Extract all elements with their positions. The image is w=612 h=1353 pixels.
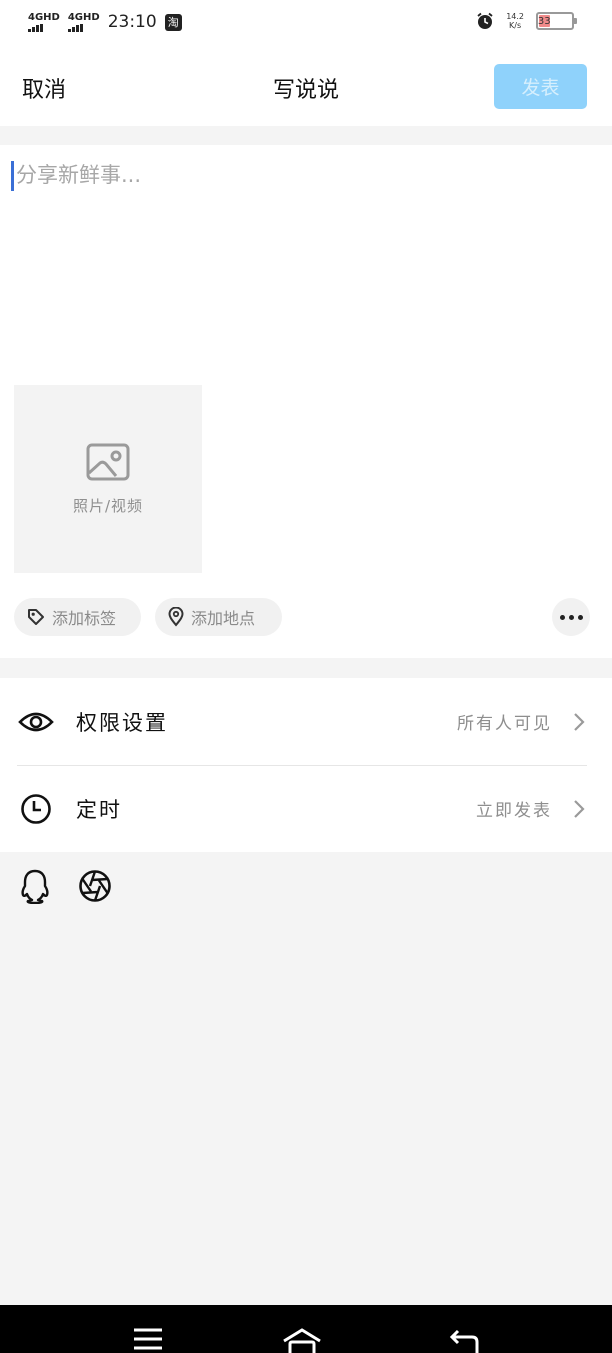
network-speed-value: 14.2 — [506, 12, 524, 21]
post-composer: 照片/视频 添加标签 添加地点 — [0, 145, 612, 658]
more-dots-icon — [559, 614, 565, 620]
schedule-label: 定时 — [76, 797, 122, 822]
tag-icon — [28, 609, 44, 625]
location-pin-icon — [168, 607, 184, 627]
status-left: 4GHD 4GHD 23:10 淘 — [28, 12, 182, 32]
network-speed-unit: K/s — [509, 21, 522, 30]
add-media-button[interactable]: 照片/视频 — [14, 385, 202, 573]
recent-apps-button[interactable] — [128, 1327, 168, 1353]
home-icon — [283, 1328, 321, 1353]
permission-value: 所有人可见 — [457, 714, 552, 734]
schedule-row[interactable]: 定时 立即发表 — [0, 765, 612, 852]
battery-icon: 33 — [536, 12, 577, 30]
menu-icon — [134, 1328, 162, 1350]
add-tag-button[interactable]: 添加标签 — [14, 598, 141, 636]
qq-icon[interactable] — [18, 868, 52, 904]
aperture-icon[interactable] — [78, 869, 112, 903]
home-button[interactable] — [282, 1327, 322, 1353]
signal-bars-icon — [28, 23, 43, 32]
post-text-input[interactable] — [16, 159, 596, 359]
chevron-right-icon — [574, 799, 585, 818]
system-navigation-bar — [0, 1305, 612, 1353]
post-settings: 权限设置 所有人可见 定时 立即发表 — [0, 678, 612, 852]
clock-time: 23:10 — [107, 12, 157, 32]
taobao-notification-icon: 淘 — [164, 13, 182, 31]
alarm-icon — [477, 12, 493, 29]
battery-level: 33 — [537, 15, 551, 27]
more-dots-icon — [568, 614, 574, 620]
status-right: 14.2 K/s 33 — [476, 12, 577, 30]
add-location-button[interactable]: 添加地点 — [155, 598, 282, 636]
image-icon — [86, 443, 130, 480]
network-type: 4GHD — [28, 11, 60, 23]
network-type: 4GHD — [67, 11, 100, 23]
clock-icon — [18, 791, 54, 827]
text-cursor — [11, 161, 14, 191]
more-dots-icon — [577, 614, 583, 620]
schedule-value: 立即发表 — [476, 801, 552, 821]
signal-bars-icon — [67, 23, 83, 32]
publish-button[interactable]: 发表 — [494, 64, 587, 109]
permission-settings-row[interactable]: 权限设置 所有人可见 — [0, 678, 612, 765]
signal-indicator-1: 4GHD — [28, 11, 60, 32]
chevron-right-icon — [574, 712, 585, 731]
add-media-label: 照片/视频 — [72, 496, 144, 515]
share-options — [18, 868, 112, 904]
signal-indicator-2: 4GHD — [67, 11, 100, 32]
permission-label: 权限设置 — [76, 710, 168, 735]
add-tag-label: 添加标签 — [52, 609, 117, 628]
eye-icon — [18, 704, 54, 740]
network-speed: 14.2 K/s — [506, 12, 524, 30]
more-options-button[interactable] — [552, 598, 590, 636]
add-location-label: 添加地点 — [191, 609, 256, 628]
back-button[interactable] — [444, 1327, 484, 1353]
top-app-bar: 取消 写说说 发表 — [0, 46, 612, 126]
back-icon — [449, 1329, 479, 1353]
status-bar: 4GHD 4GHD 23:10 淘 14.2 K/s 33 — [0, 0, 612, 46]
